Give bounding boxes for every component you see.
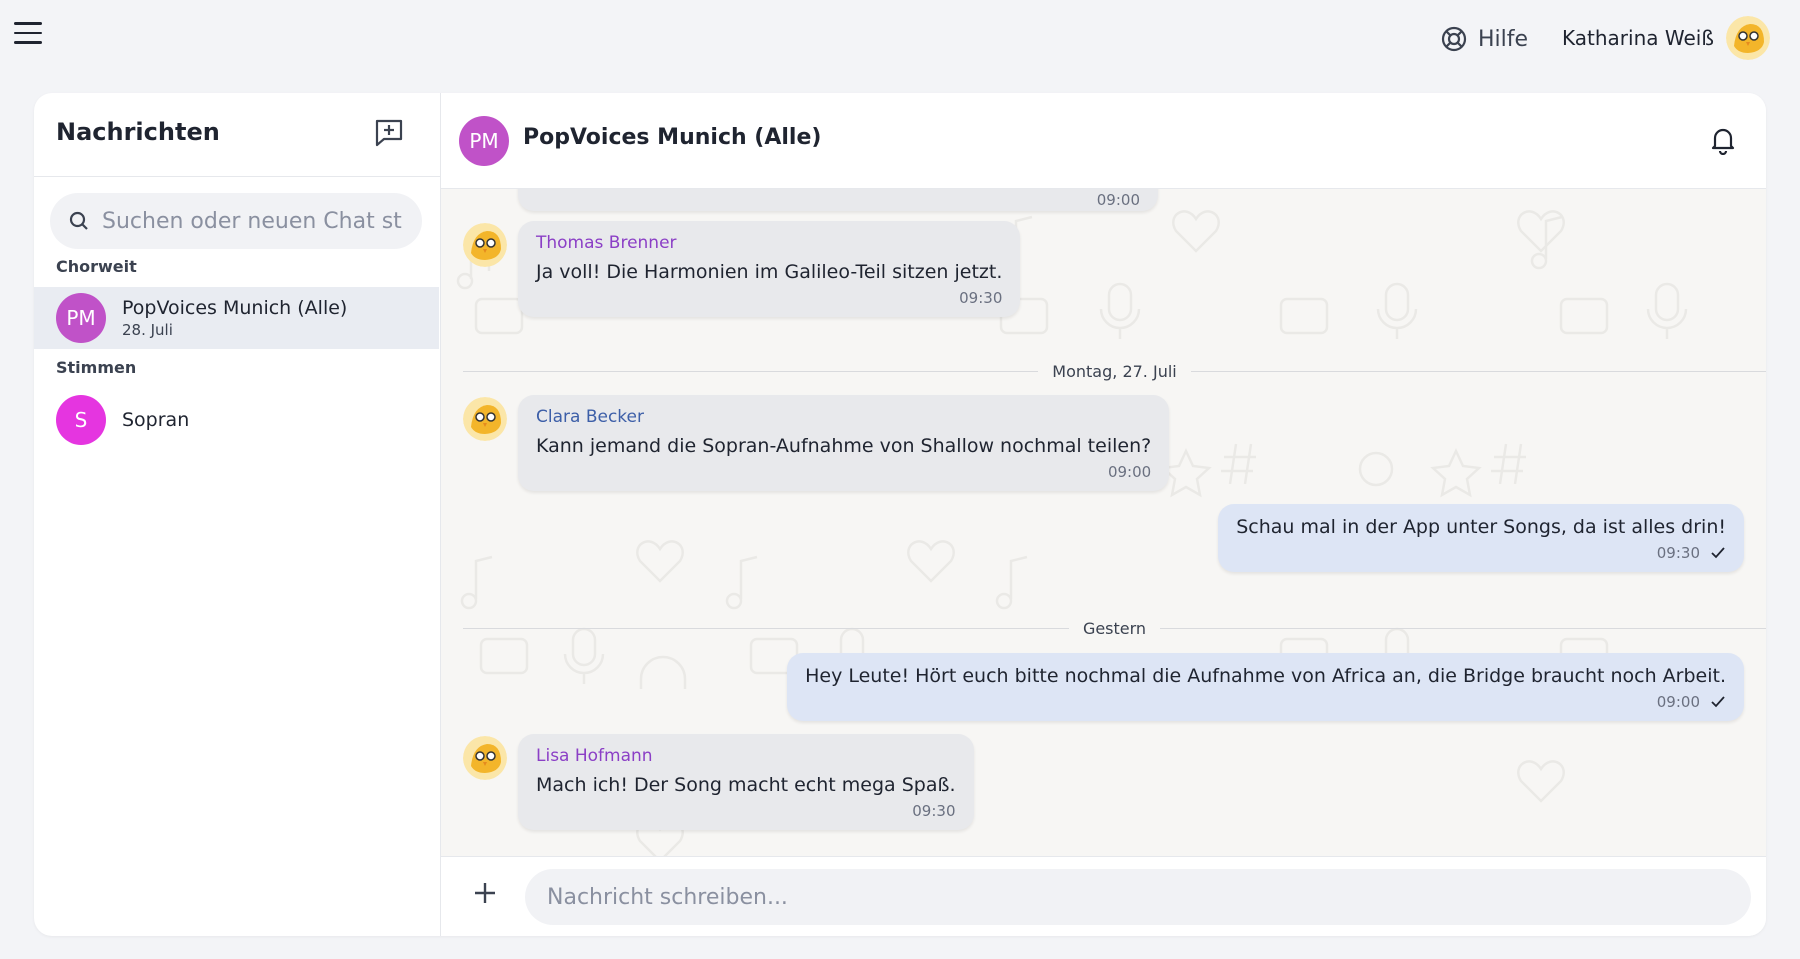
chat-item-popvoices[interactable]: PM PopVoices Munich (Alle) 28. Juli xyxy=(34,287,439,349)
message-time: 09:00 xyxy=(1096,191,1140,209)
lifebuoy-icon xyxy=(1441,26,1467,52)
search-input[interactable] xyxy=(102,208,402,234)
chat-item-name: Sopran xyxy=(122,409,190,431)
message-time: 09:30 xyxy=(959,289,1003,307)
message-text: Hey Leute! Hört euch bitte nochmal die A… xyxy=(805,665,1726,687)
message-time: 09:30 xyxy=(912,802,956,820)
chat-avatar: PM xyxy=(56,293,106,343)
chat-title: PopVoices Munich (Alle) xyxy=(523,125,822,150)
message-text: Kann jemand die Sopran-Aufnahme von Shal… xyxy=(536,435,1152,457)
sidebar-title: Nachrichten xyxy=(56,118,220,146)
hamburger-menu-icon[interactable] xyxy=(14,22,42,46)
message-bubble-partial[interactable]: 09:00 xyxy=(518,189,1158,211)
message-composer xyxy=(441,856,1766,936)
message-time: 09:30 xyxy=(1656,544,1700,562)
sent-check-icon xyxy=(1711,547,1725,559)
message-text: Schau mal in der App unter Songs, da ist… xyxy=(1236,516,1726,538)
sender-avatar[interactable] xyxy=(463,223,507,267)
attach-button[interactable] xyxy=(471,879,499,907)
day-separator-label: Montag, 27. Juli xyxy=(1038,361,1191,381)
chat-header-avatar: PM xyxy=(459,116,509,166)
help-button[interactable]: Hilfe xyxy=(1440,22,1528,56)
user-name: Katharina Weiß xyxy=(1562,26,1714,50)
group-label-stimmen: Stimmen xyxy=(56,358,137,377)
message-time: 09:00 xyxy=(1107,463,1152,481)
chat-item-date: 28. Juli xyxy=(122,321,173,339)
message-sender: Thomas Brenner xyxy=(536,233,677,253)
day-separator: Gestern xyxy=(463,617,1766,639)
message-bubble-outgoing[interactable]: Hey Leute! Hört euch bitte nochmal die A… xyxy=(787,653,1744,721)
new-chat-button[interactable] xyxy=(372,115,406,149)
top-bar: Hilfe Katharina Weiß xyxy=(0,0,1800,75)
chat-search xyxy=(50,193,422,249)
group-label-chorweit: Chorweit xyxy=(56,257,137,276)
message-time: 09:00 xyxy=(1656,693,1700,711)
search-icon xyxy=(69,211,88,230)
messages-card: Nachrichten Chorweit PM PopVoices Munich… xyxy=(34,93,1766,936)
chat-sidebar: Nachrichten Chorweit PM PopVoices Munich… xyxy=(34,93,441,936)
chat-item-sopran[interactable]: S Sopran xyxy=(34,389,439,451)
sent-check-icon xyxy=(1711,696,1725,708)
plus-icon xyxy=(475,883,495,903)
sender-avatar[interactable] xyxy=(463,397,507,441)
sender-avatar[interactable] xyxy=(463,736,507,780)
message-sender: Clara Becker xyxy=(536,407,644,427)
message-text: Mach ich! Der Song macht echt mega Spaß. xyxy=(536,774,956,796)
new-chat-icon xyxy=(375,119,403,147)
message-sender: Lisa Hofmann xyxy=(536,746,653,766)
chat-header: PM PopVoices Munich (Alle) xyxy=(441,93,1766,189)
message-list[interactable]: 09:00 Thomas Brenner Ja voll! Die Harmon… xyxy=(441,189,1766,856)
message-bubble-outgoing[interactable]: Schau mal in der App unter Songs, da ist… xyxy=(1218,504,1744,572)
message-input[interactable] xyxy=(525,869,1751,925)
message-bubble[interactable]: Lisa Hofmann Mach ich! Der Song macht ec… xyxy=(518,734,974,830)
chat-avatar: S xyxy=(56,395,106,445)
day-separator-label: Gestern xyxy=(1068,618,1161,638)
chat-item-name: PopVoices Munich (Alle) xyxy=(122,297,348,319)
sidebar-header: Nachrichten xyxy=(34,93,440,177)
user-menu[interactable]: Katharina Weiß xyxy=(1562,16,1770,60)
message-text: Ja voll! Die Harmonien im Galileo-Teil s… xyxy=(536,261,1003,283)
help-label: Hilfe xyxy=(1478,26,1529,52)
notifications-button[interactable] xyxy=(1708,125,1738,156)
user-avatar xyxy=(1725,16,1770,60)
day-separator: Montag, 27. Juli xyxy=(463,360,1766,382)
bell-icon xyxy=(1711,128,1735,156)
message-bubble[interactable]: Clara Becker Kann jemand die Sopran-Aufn… xyxy=(518,395,1170,491)
chat-panel: PM PopVoices Munich (Alle) 09:00 Thomas … xyxy=(441,93,1766,936)
message-bubble[interactable]: Thomas Brenner Ja voll! Die Harmonien im… xyxy=(518,221,1021,317)
